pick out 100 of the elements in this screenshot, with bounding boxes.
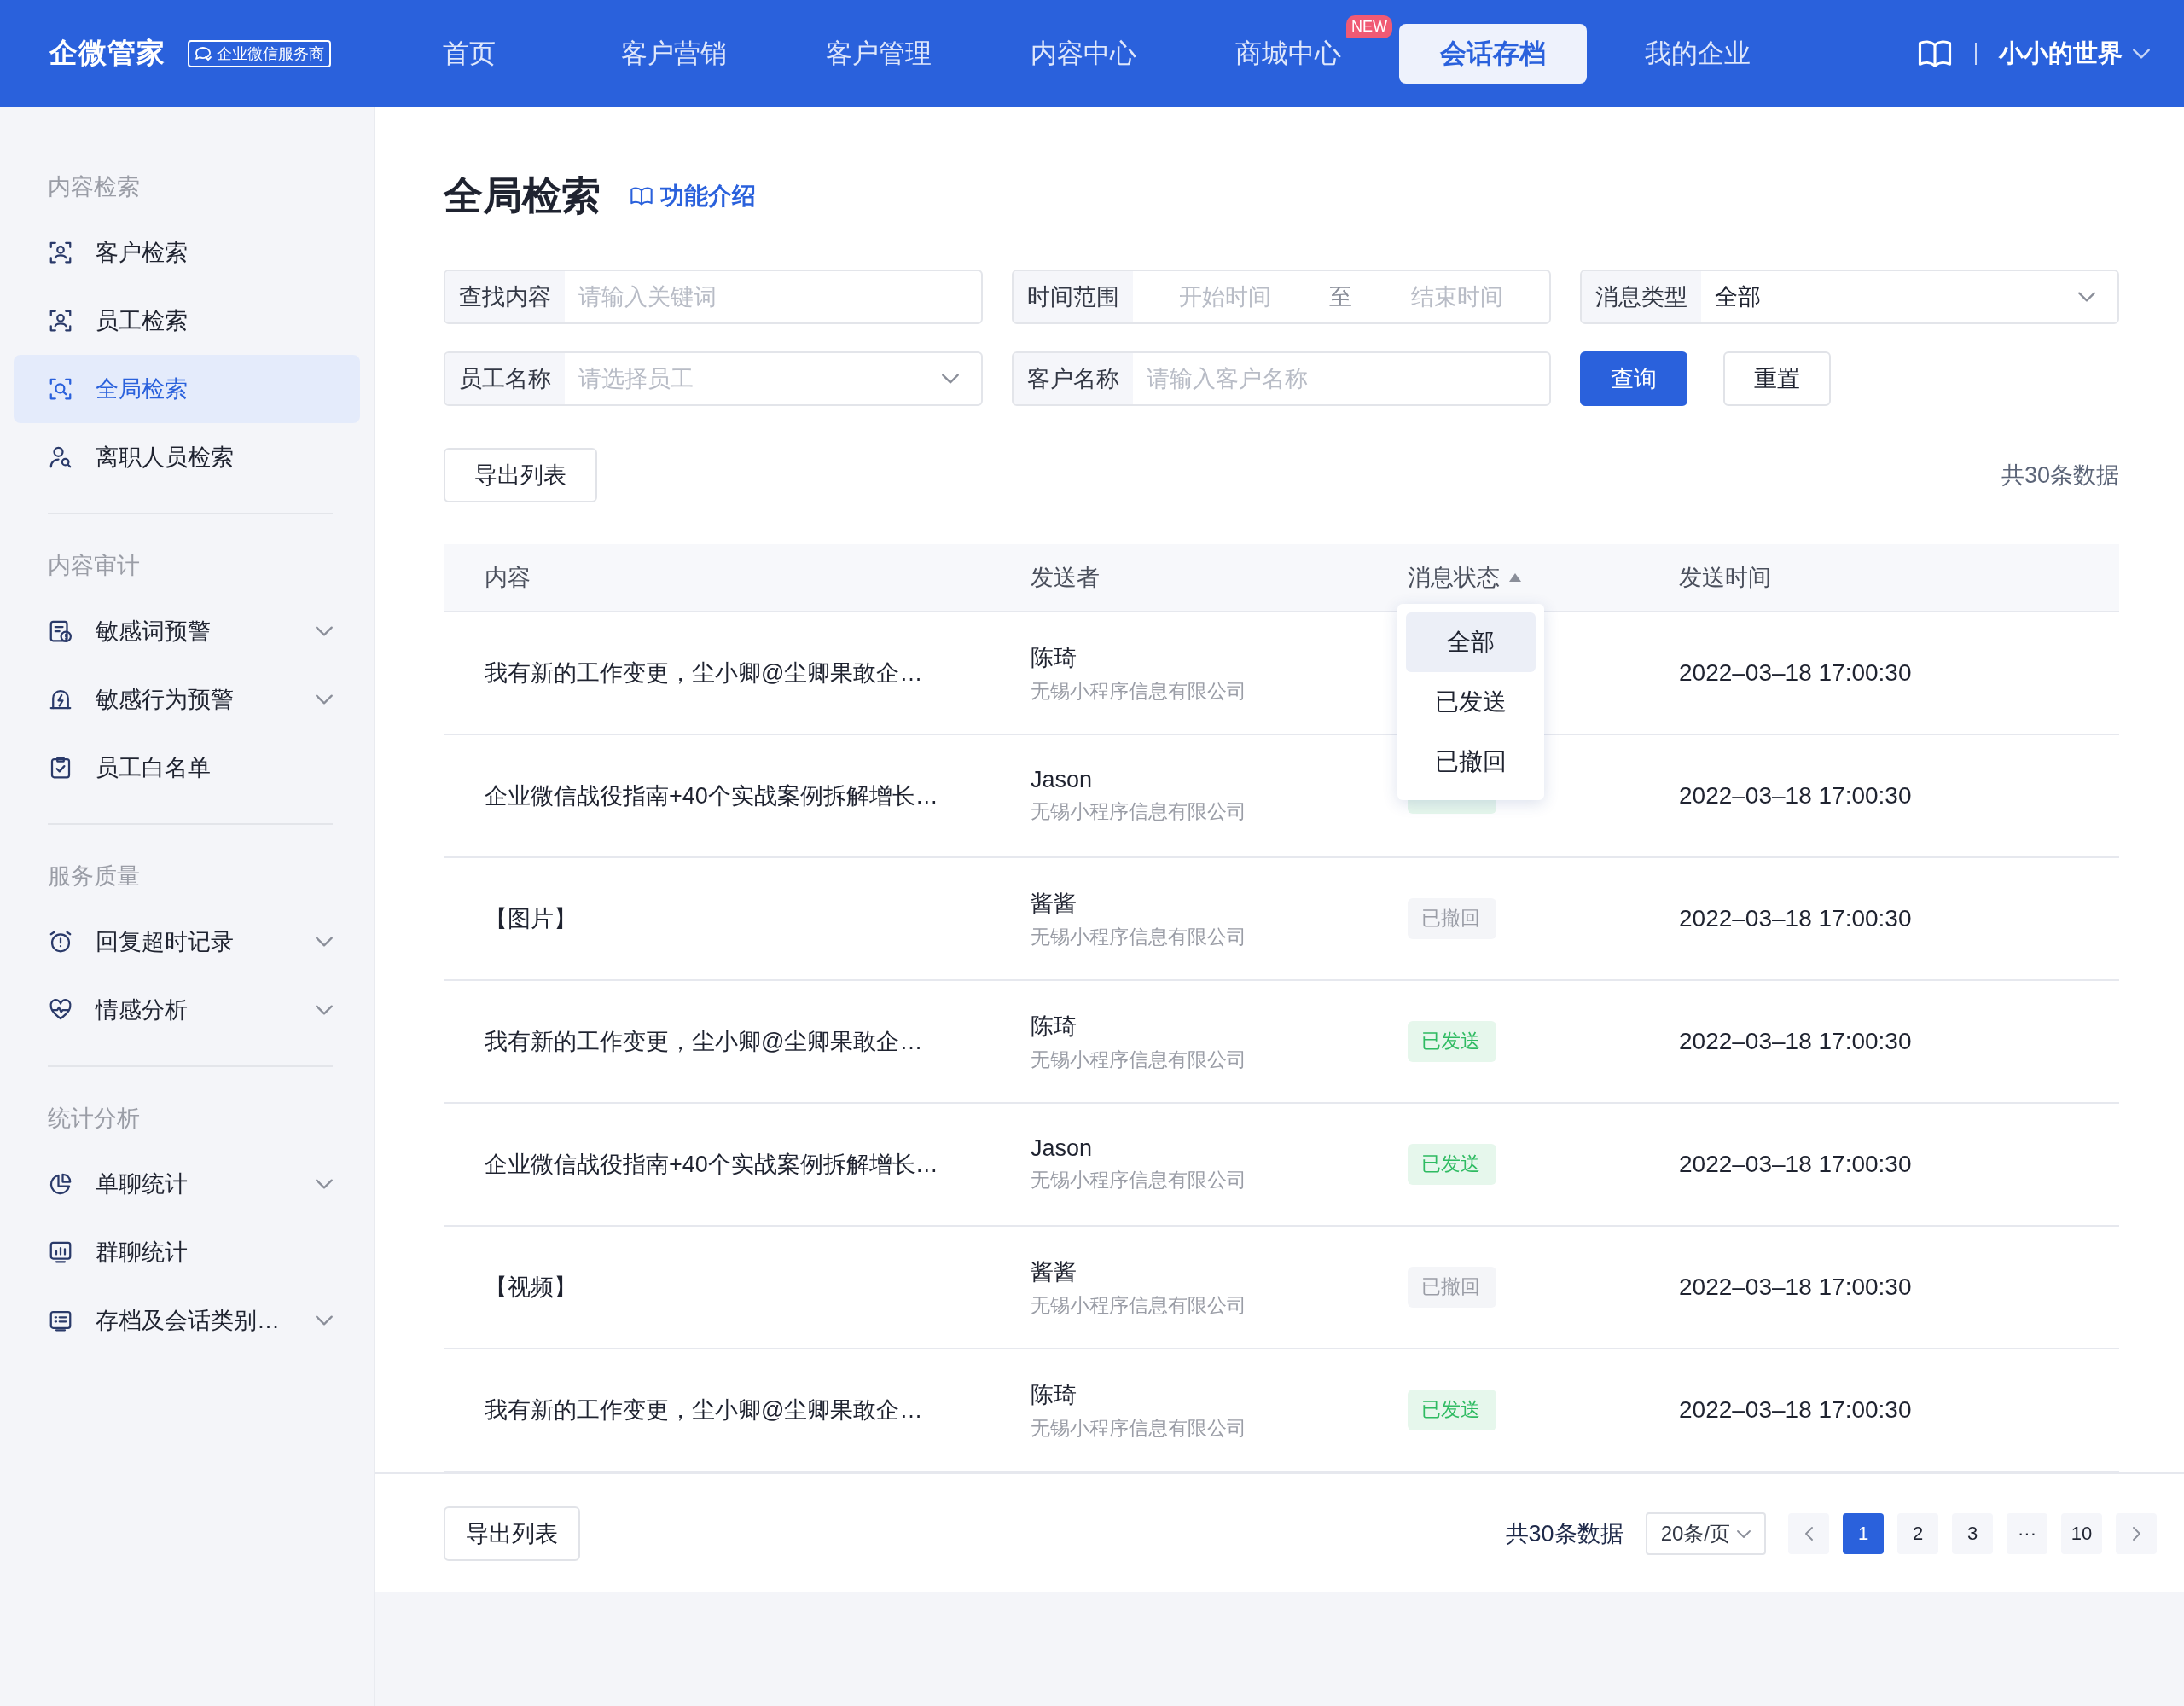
page-button[interactable]: 1 (1843, 1513, 1884, 1554)
sidebar-item[interactable]: 员工白名单 (14, 734, 360, 802)
nav-tab[interactable]: 客户营销 (621, 23, 727, 84)
sender-name: 酱酱 (1031, 1257, 1077, 1286)
chevron-right-icon (2132, 1527, 2140, 1541)
chevron-down-icon (942, 374, 959, 384)
status-tag: 已发送 (1408, 1021, 1496, 1062)
sidebar-item[interactable]: 员工检索 (14, 287, 360, 355)
total-count: 共30条数据 (2001, 461, 2119, 490)
company-name: 无锡小程序信息有限公司 (1031, 799, 1247, 824)
company-name: 无锡小程序信息有限公司 (1031, 678, 1247, 704)
page-button[interactable]: 10 (2061, 1513, 2102, 1554)
section-title: 内容审计 (47, 552, 141, 580)
search-icon (48, 376, 73, 402)
nav-tab[interactable]: 会话存档 (1399, 23, 1587, 84)
company-name: 无锡小程序信息有限公司 (1031, 924, 1247, 949)
chevron-down-icon (2133, 48, 2150, 59)
chevron-left-icon (1804, 1527, 1813, 1541)
status-tag: 已撤回 (1408, 1267, 1496, 1308)
section-title: 服务质量 (47, 862, 141, 891)
export-button[interactable]: 导出列表 (444, 448, 597, 502)
sidebar-item[interactable]: 群聊统计 (14, 1218, 360, 1286)
column-header: 发送者 (1031, 564, 1100, 592)
message-text: 企业微信战役指南+40个实战案例拆解增长… (485, 1152, 938, 1177)
chevron-down-icon (2078, 292, 2095, 302)
sidebar-item[interactable]: 存档及会话类别… (14, 1286, 360, 1355)
sidebar-item[interactable]: 单聊统计 (14, 1150, 360, 1218)
user-menu[interactable]: 小小的世界 (1999, 36, 2150, 71)
select-field[interactable]: 消息类型 全部 (1580, 270, 2119, 324)
chevron-down-icon (1737, 1529, 1751, 1538)
column-header: 发送时间 (1679, 564, 1771, 592)
message-text: 我有新的工作变更，尘小卿@尘卿果敢企… (485, 1029, 923, 1054)
partner-badge-text: 企业微信服务商 (217, 44, 324, 64)
company-name: 无锡小程序信息有限公司 (1031, 1168, 1247, 1192)
text-input[interactable]: 请输入关键词 (565, 282, 981, 311)
sort-caret-icon[interactable] (1508, 573, 1522, 582)
section-title: 内容检索 (47, 173, 141, 201)
page-button[interactable]: 3 (1952, 1513, 1993, 1554)
page-title: 全局检索 (444, 172, 601, 219)
menu-option[interactable]: 全部 (1406, 612, 1536, 672)
send-time: 2022–03–18 17:00:30 (1679, 1151, 1912, 1177)
message-text: 企业微信战役指南+40个实战案例拆解增长… (485, 783, 938, 809)
section-title: 统计分析 (47, 1105, 141, 1133)
send-time: 2022–03–18 17:00:30 (1679, 1274, 1912, 1300)
sidebar-item[interactable]: 离职人员检索 (14, 423, 360, 491)
send-time: 2022–03–18 17:00:30 (1679, 1028, 1912, 1054)
page-size-select[interactable]: 20条/页 (1645, 1512, 1766, 1555)
new-badge: NEW (1346, 15, 1392, 38)
message-text: 我有新的工作变更，尘小卿@尘卿果敢企… (485, 660, 923, 686)
status-tag: 已撤回 (1408, 898, 1496, 939)
sender-name: Jason (1031, 1135, 1094, 1162)
send-time: 2022–03–18 17:00:30 (1679, 782, 1912, 809)
logo-text: 企微管家 (49, 36, 166, 70)
reset-button[interactable]: 重置 (1723, 351, 1831, 406)
sidebar-item[interactable]: 客户检索 (14, 218, 360, 287)
nav-tab[interactable]: 客户管理 (826, 23, 932, 84)
menu-option[interactable]: 已撤回 (1406, 732, 1536, 792)
query-button[interactable]: 查询 (1580, 351, 1687, 406)
sender-name: 酱酱 (1031, 889, 1077, 918)
sender-name: Jason (1031, 767, 1094, 793)
company-name: 无锡小程序信息有限公司 (1031, 1047, 1247, 1072)
text-input[interactable]: 请输入客户名称 (1133, 364, 1549, 393)
nav-tab[interactable]: 内容中心 (1031, 23, 1136, 84)
select-field[interactable]: 员工名称 请选择员工 (444, 351, 983, 406)
input-field[interactable]: 客户名称 请输入客户名称 (1012, 351, 1551, 406)
sidebar-item[interactable]: 情感分析 (14, 976, 360, 1044)
message-text: 【视频】 (485, 1274, 577, 1300)
sidebar-item[interactable]: 敏感词预警 (14, 597, 360, 665)
date-range-field[interactable]: 时间范围 开始时间 至 结束时间 (1012, 270, 1551, 324)
send-time: 2022–03–18 17:00:30 (1679, 659, 1912, 686)
pie-chart-icon (48, 1171, 73, 1197)
status-tag: 已发送 (1408, 1144, 1496, 1185)
company-name: 无锡小程序信息有限公司 (1031, 1415, 1247, 1441)
page-button[interactable]: 2 (1897, 1513, 1938, 1554)
total-count: 共30条数据 (1505, 1520, 1623, 1548)
page-button[interactable]: ··· (2007, 1513, 2048, 1554)
sender-name: 陈琦 (1031, 1380, 1077, 1409)
message-text: 【图片】 (485, 906, 577, 931)
company-name: 无锡小程序信息有限公司 (1031, 1292, 1247, 1318)
send-time: 2022–03–18 17:00:30 (1679, 905, 1912, 931)
message-text: 我有新的工作变更，尘小卿@尘卿果敢企… (485, 1397, 923, 1423)
help-link[interactable]: 功能介绍 (630, 180, 756, 212)
nav-tab[interactable]: 商城中心 (1235, 23, 1341, 84)
person-search-icon (48, 444, 73, 470)
column-header[interactable]: 消息状态 (1408, 562, 1500, 593)
sender-name: 陈琦 (1031, 1012, 1077, 1041)
sender-name: 陈琦 (1031, 643, 1077, 672)
export-button[interactable]: 导出列表 (444, 1506, 580, 1561)
nav-tab[interactable]: 我的企业 (1645, 23, 1751, 84)
menu-option[interactable]: 已发送 (1406, 672, 1536, 732)
bar-chart-icon (48, 1239, 73, 1265)
alarm-clock-icon (48, 929, 73, 955)
nav-tab[interactable]: 首页 (443, 23, 496, 84)
sidebar-item[interactable]: 回复超时记录 (14, 908, 360, 976)
input-field[interactable]: 查找内容 请输入关键词 (444, 270, 983, 324)
document-warning-icon (48, 618, 73, 644)
send-time: 2022–03–18 17:00:30 (1679, 1396, 1912, 1423)
sidebar-item[interactable]: 敏感行为预警 (14, 665, 360, 734)
scan-person-icon (48, 308, 73, 334)
sidebar-item[interactable]: 全局检索 (14, 355, 360, 423)
